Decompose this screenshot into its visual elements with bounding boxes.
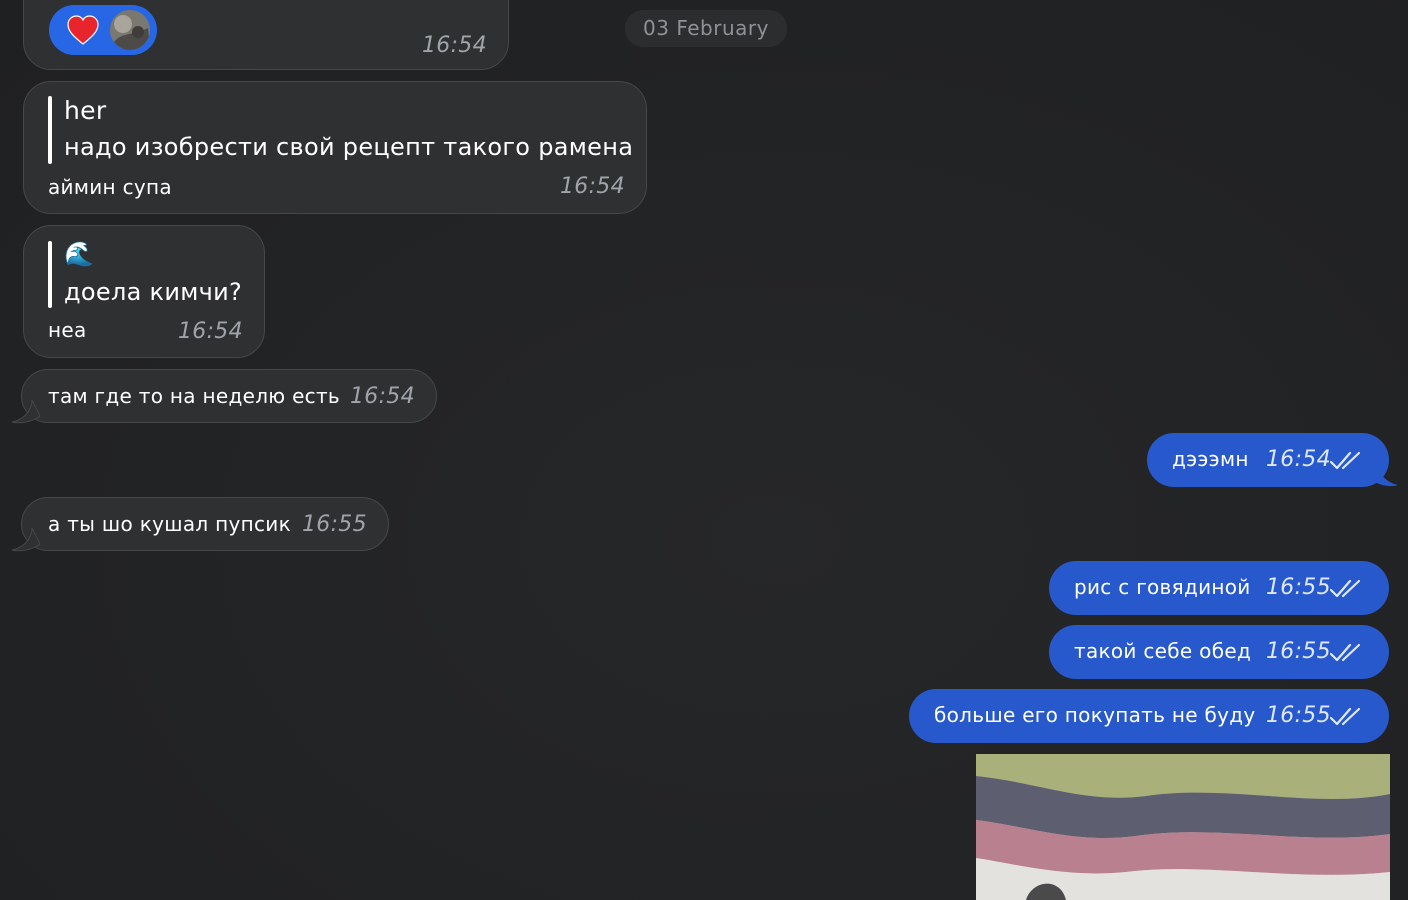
heart-icon bbox=[67, 15, 99, 50]
message-time: 16:54 bbox=[350, 384, 415, 409]
reply-author[interactable]: her bbox=[64, 96, 106, 125]
message-bubble-incoming[interactable]: her надо изобрести свой рецепт такого ра… bbox=[23, 81, 647, 214]
reaction-pill[interactable] bbox=[49, 5, 157, 55]
double-check-icon bbox=[1329, 579, 1362, 604]
message-text: неа bbox=[48, 318, 87, 342]
message-time: 16:55 bbox=[1266, 703, 1331, 728]
message-bubble-incoming[interactable]: там где то на неделю есть 16:54 bbox=[21, 369, 437, 423]
double-check-icon bbox=[1329, 643, 1362, 668]
photo-message[interactable] bbox=[976, 754, 1390, 900]
message-bubble-outgoing[interactable]: рис с говядиной 16:55 bbox=[1049, 561, 1389, 615]
bubble-tail bbox=[1370, 463, 1398, 487]
chat-area: 03 February 16:54 her надо изобрести сво… bbox=[0, 0, 1408, 900]
message-time: 16:55 bbox=[302, 512, 367, 537]
message-bubble-outgoing[interactable]: такой себе обед 16:55 bbox=[1049, 625, 1389, 679]
reply-text[interactable]: надо изобрести свой рецепт такого рамена bbox=[64, 133, 633, 161]
reply-text[interactable]: доела кимчи? bbox=[64, 278, 242, 306]
bubble-tail bbox=[11, 528, 40, 552]
reply-quote-bar bbox=[48, 241, 52, 308]
message-time: 16:54 bbox=[1266, 447, 1331, 472]
date-separator: 03 February bbox=[625, 10, 787, 47]
message-time: 16:55 bbox=[1266, 639, 1331, 664]
message-time: 16:55 bbox=[1266, 575, 1331, 600]
avatar bbox=[110, 10, 150, 50]
message-bubble-outgoing[interactable]: больше его покупать не буду 16:55 bbox=[909, 689, 1389, 743]
message-time: 16:54 bbox=[178, 319, 243, 344]
reply-quote-bar bbox=[48, 96, 52, 164]
message-text: а ты шо кушал пупсик bbox=[48, 512, 291, 536]
double-check-icon bbox=[1329, 707, 1362, 732]
double-check-icon bbox=[1329, 451, 1362, 476]
message-time: 16:54 bbox=[422, 33, 487, 58]
message-text: аймин супа bbox=[48, 175, 172, 199]
message-text: дэээмн bbox=[1172, 447, 1249, 471]
message-text: рис с говядиной bbox=[1074, 575, 1251, 599]
message-bubble-outgoing[interactable]: дэээмн 16:54 bbox=[1147, 433, 1389, 487]
message-text: такой себе обед bbox=[1074, 639, 1252, 663]
message-time: 16:54 bbox=[560, 174, 625, 199]
bubble-tail bbox=[11, 400, 40, 424]
wave-emoji[interactable]: 🌊 bbox=[64, 240, 94, 268]
message-bubble-incoming[interactable]: 16:54 bbox=[23, 0, 509, 70]
message-text: больше его покупать не буду bbox=[934, 703, 1256, 727]
message-bubble-incoming[interactable]: 🌊 доела кимчи? неа 16:54 bbox=[23, 225, 265, 358]
message-bubble-incoming[interactable]: а ты шо кушал пупсик 16:55 bbox=[21, 497, 389, 551]
message-text: там где то на неделю есть bbox=[48, 384, 341, 408]
